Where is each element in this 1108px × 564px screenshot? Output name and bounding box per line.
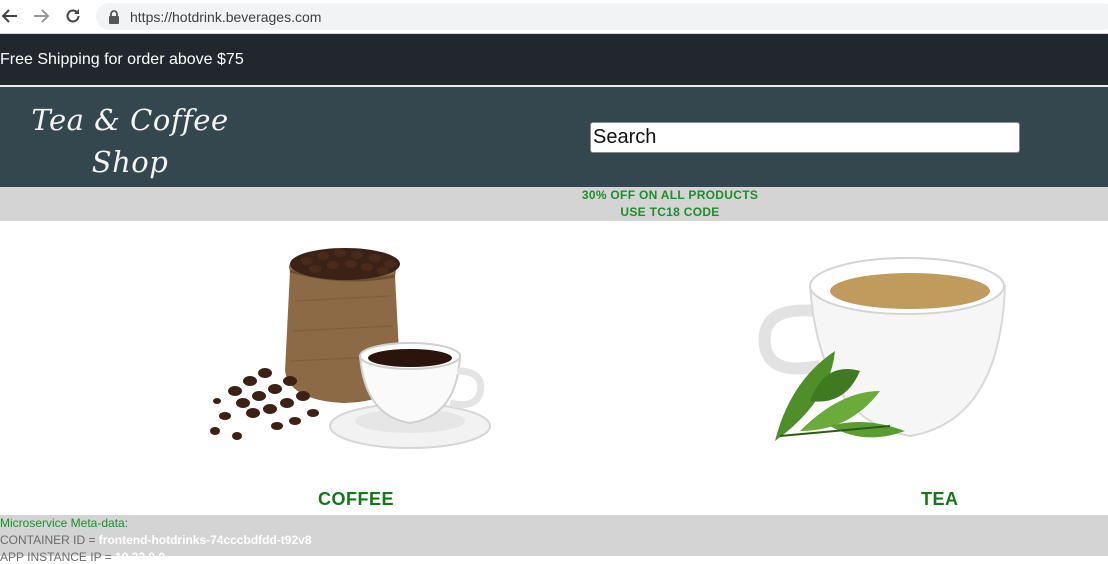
reload-icon[interactable] — [63, 6, 83, 26]
meta-title: Microservice Meta-data: — [0, 516, 129, 530]
instance-ip-value: 10.32.0.0 — [115, 550, 166, 564]
forward-arrow-icon[interactable] — [31, 6, 51, 26]
container-id-label: CONTAINER ID = — [0, 533, 99, 547]
tea-product-image[interactable] — [740, 231, 1020, 511]
metadata-footer: Microservice Meta-data: CONTAINER ID = f… — [0, 515, 1108, 564]
url-text: https://hotdrink.beverages.com — [130, 8, 322, 25]
search-input[interactable] — [590, 122, 1020, 153]
shipping-bar: Free Shipping for order above $75 — [0, 34, 1108, 85]
instance-ip-label: APP INSTANCE IP = — [0, 550, 116, 564]
promo-banner: 30% OFF ON ALL PRODUCTS USE TC18 CODE — [0, 187, 1108, 221]
instance-ip-row: APP INSTANCE IP = 10.32.0.0 — [0, 550, 165, 564]
shop-logo[interactable]: Tea & Coffee Shop — [30, 99, 230, 183]
logo-line-1: Tea & Coffee — [31, 103, 229, 137]
browser-toolbar: https://hotdrink.beverages.com — [0, 0, 1108, 34]
product-grid: COFFEE TEA — [0, 221, 1108, 515]
coffee-product-image[interactable] — [195, 231, 505, 511]
logo-line-2: Shop — [91, 145, 169, 179]
coffee-category-link[interactable]: COFFEE — [318, 489, 394, 510]
tea-category-link[interactable]: TEA — [921, 489, 959, 510]
shipping-text: Free Shipping for order above $75 — [0, 50, 244, 68]
promo-discount-text: 30% OFF ON ALL PRODUCTS — [581, 188, 759, 202]
container-id-row: CONTAINER ID = frontend-hotdrinks-74cccb… — [0, 533, 312, 547]
promo-code-text: USE TC18 CODE — [620, 205, 720, 219]
container-id-value: frontend-hotdrinks-74cccbdfdd-t92v8 — [98, 533, 312, 547]
site-header: Tea & Coffee Shop — [0, 87, 1108, 187]
address-bar[interactable]: https://hotdrink.beverages.com — [96, 3, 1108, 30]
back-arrow-icon[interactable] — [0, 6, 20, 26]
lock-icon — [108, 9, 122, 24]
